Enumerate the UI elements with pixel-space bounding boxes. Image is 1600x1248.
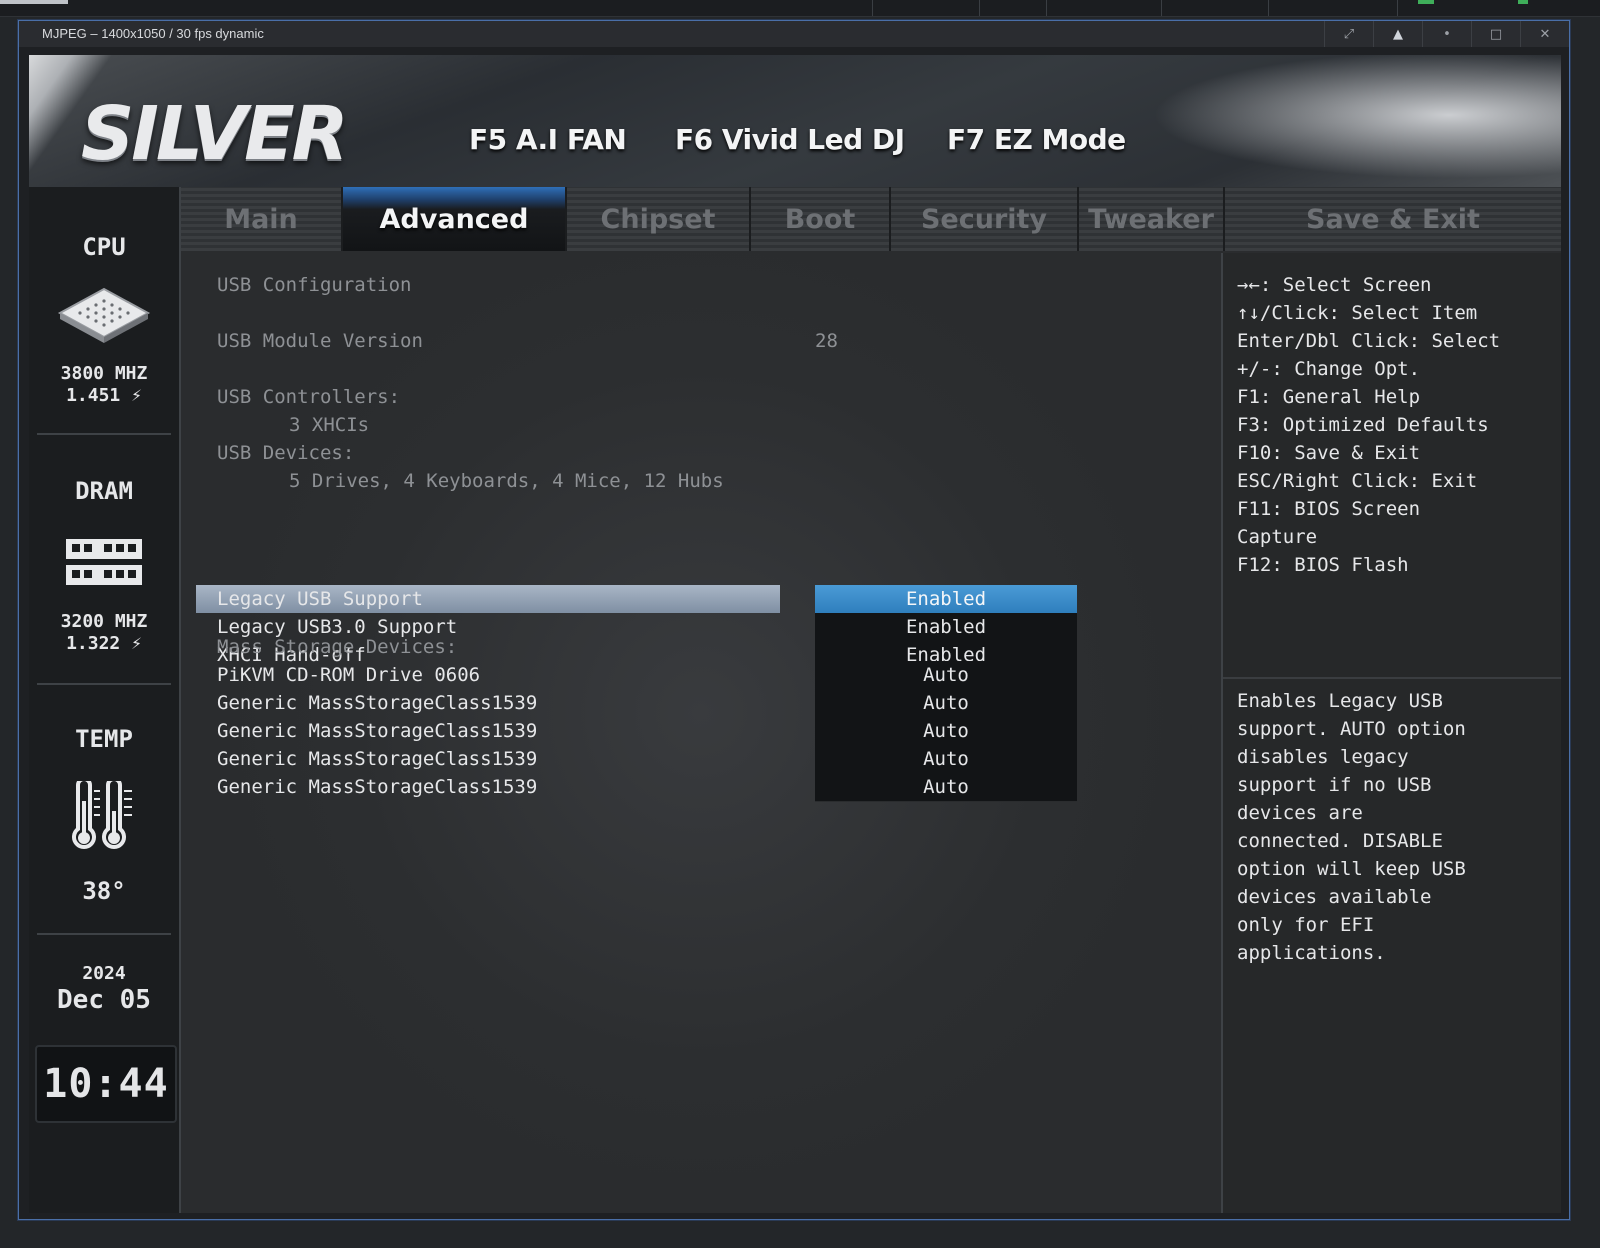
fullscreen-icon[interactable]: ⤢ <box>1324 21 1373 47</box>
date-day: Dec 05 <box>57 985 151 1015</box>
tab-advanced[interactable]: Advanced <box>343 187 567 251</box>
thermometer-icon <box>29 781 179 853</box>
help-description-line: devices available <box>1237 886 1432 908</box>
tab-boot[interactable]: Boot <box>751 187 891 251</box>
mass-storage-device-label[interactable]: PiKVM CD-ROM Drive 0606 <box>217 661 480 689</box>
cpu-chip-icon <box>29 287 179 343</box>
usb-controllers-value: 3 XHCIs <box>289 414 370 436</box>
mass-storage-device-label[interactable]: Generic MassStorageClass1539 <box>217 745 537 773</box>
kvm-window: MJPEG – 1400x1050 / 30 fps dynamic ⤢ ▲ • □ ✕… <box>18 20 1570 1220</box>
hotkey-ez-mode[interactable]: F7 EZ Mode <box>947 123 1126 156</box>
host-tab-indicator[interactable] <box>0 0 68 4</box>
tab-tweaker[interactable]: Tweaker <box>1079 187 1225 251</box>
cpu-voltage: 1.451 ⚡ <box>66 385 142 406</box>
host-toolbar-segment <box>1162 0 1269 16</box>
tab-save-exit[interactable]: Save & Exit <box>1225 187 1561 251</box>
host-toolbar-segment <box>1269 0 1398 16</box>
help-key-line: →←: Select Screen <box>1237 274 1432 296</box>
mass-storage-mode-dropdown[interactable]: Auto <box>815 661 1077 690</box>
host-status-green-icon <box>1418 0 1434 4</box>
help-divider <box>1223 677 1561 679</box>
rail-divider <box>37 433 171 435</box>
setting-label[interactable]: Legacy USB Support <box>217 585 423 613</box>
usb-module-version-label: USB Module Version <box>217 330 423 352</box>
help-description-line: support. AUTO option <box>1237 718 1466 740</box>
cpu-label: CPU <box>82 233 126 261</box>
help-description-line: only for EFI <box>1237 914 1375 936</box>
eject-icon[interactable]: ▲ <box>1373 21 1422 47</box>
mass-storage-mode-dropdown[interactable]: Auto <box>815 689 1077 718</box>
time-clock: 10:44 <box>35 1045 177 1123</box>
host-toolbar-segment <box>873 0 980 16</box>
dram-frequency: 3200 MHZ <box>60 611 148 632</box>
maximize-icon[interactable]: □ <box>1471 21 1520 47</box>
brand-logo: SILVER <box>81 91 349 177</box>
temp-label: TEMP <box>75 725 133 753</box>
help-key-line: F3: Optimized Defaults <box>1237 414 1489 436</box>
host-toolbar-segment <box>1047 0 1162 16</box>
bios-tab-bar: Main Advanced Chipset Boot Security Tweaker Sa… <box>181 187 1561 251</box>
hardware-monitor-rail: CPU 3800 MHZ 1.451 ⚡ DRAM 3200 MHZ 1.322… <box>29 187 181 1213</box>
usb-configuration-panel: USB Configuration USB Module Version 28 … <box>181 253 1223 1213</box>
help-description-line: disables legacy <box>1237 746 1409 768</box>
help-key-line: ↑↓/Click: Select Item <box>1237 302 1478 324</box>
setting-value-dropdown[interactable]: Enabled <box>815 613 1077 642</box>
bios-header: SILVER F5 A.I FAN F6 Vivid Led DJ F7 EZ … <box>29 55 1561 385</box>
mass-storage-mode-dropdown[interactable]: Auto <box>815 745 1077 774</box>
cpu-frequency: 3800 MHZ <box>60 363 148 384</box>
help-description-line: applications. <box>1237 942 1386 964</box>
window-controls: ⤢ ▲ • □ ✕ <box>1324 21 1569 47</box>
hotkey-vivid-led-dj[interactable]: F6 Vivid Led DJ <box>675 123 905 156</box>
bios-screen: SILVER F5 A.I FAN F6 Vivid Led DJ F7 EZ … <box>29 55 1561 1213</box>
help-description-line: devices are <box>1237 802 1363 824</box>
tab-main[interactable]: Main <box>181 187 343 251</box>
usb-controllers-label: USB Controllers: <box>217 386 401 408</box>
mass-storage-device-label[interactable]: Generic MassStorageClass1539 <box>217 717 537 745</box>
setting-value-dropdown[interactable]: Enabled <box>815 585 1077 614</box>
help-key-line: Enter/Dbl Click: Select <box>1237 330 1501 352</box>
rail-divider <box>37 683 171 685</box>
host-top-bar <box>0 0 1600 17</box>
date-year: 2024 <box>82 963 126 984</box>
mass-storage-label: Mass Storage Devices: <box>217 636 458 658</box>
help-description-line: option will keep USB <box>1237 858 1466 880</box>
help-description-line: connected. DISABLE <box>1237 830 1443 852</box>
usb-devices-value: 5 Drives, 4 Keyboards, 4 Mice, 12 Hubs <box>289 470 724 492</box>
mass-storage-device-label[interactable]: Generic MassStorageClass1539 <box>217 773 537 801</box>
tab-chipset[interactable]: Chipset <box>567 187 751 251</box>
dram-voltage: 1.322 ⚡ <box>66 633 142 654</box>
section-title: USB Configuration <box>217 274 412 296</box>
help-key-line: F1: General Help <box>1237 386 1421 408</box>
mass-storage-device-label[interactable]: Generic MassStorageClass1539 <box>217 689 537 717</box>
mass-storage-mode-dropdown[interactable]: Auto <box>815 773 1077 802</box>
usb-module-version-value: 28 <box>815 330 838 352</box>
close-icon[interactable]: ✕ <box>1520 21 1569 47</box>
hotkey-ai-fan[interactable]: F5 A.I FAN <box>469 123 627 156</box>
rail-divider <box>37 933 171 935</box>
window-titlebar[interactable]: MJPEG – 1400x1050 / 30 fps dynamic ⤢ ▲ • □ ✕ <box>19 21 1569 47</box>
help-key-line: F10: Save & Exit <box>1237 442 1421 464</box>
help-description-line: support if no USB <box>1237 774 1432 796</box>
help-description-line: Enables Legacy USB <box>1237 690 1443 712</box>
dram-module-icon <box>29 537 179 589</box>
dot-icon[interactable]: • <box>1422 21 1471 47</box>
help-key-line: +/-: Change Opt. <box>1237 358 1421 380</box>
tab-security[interactable]: Security <box>891 187 1079 251</box>
help-key-line: F12: BIOS Flash <box>1237 554 1409 576</box>
dram-label: DRAM <box>75 477 133 505</box>
help-key-line: ESC/Right Click: Exit <box>1237 470 1478 492</box>
help-key-line: F11: BIOS Screen <box>1237 498 1421 520</box>
usb-devices-label: USB Devices: <box>217 442 355 464</box>
help-key-line: Capture <box>1237 526 1318 548</box>
host-toolbar-segment <box>82 0 873 16</box>
host-toolbar-segment <box>980 0 1047 16</box>
temp-value: 38° <box>82 877 126 905</box>
help-panel: →←: Select Screen ↑↓/Click: Select Item En… <box>1223 253 1561 1213</box>
window-title: MJPEG – 1400x1050 / 30 fps dynamic <box>42 26 264 41</box>
host-status-green-icon <box>1518 0 1528 4</box>
mass-storage-mode-dropdown[interactable]: Auto <box>815 717 1077 746</box>
